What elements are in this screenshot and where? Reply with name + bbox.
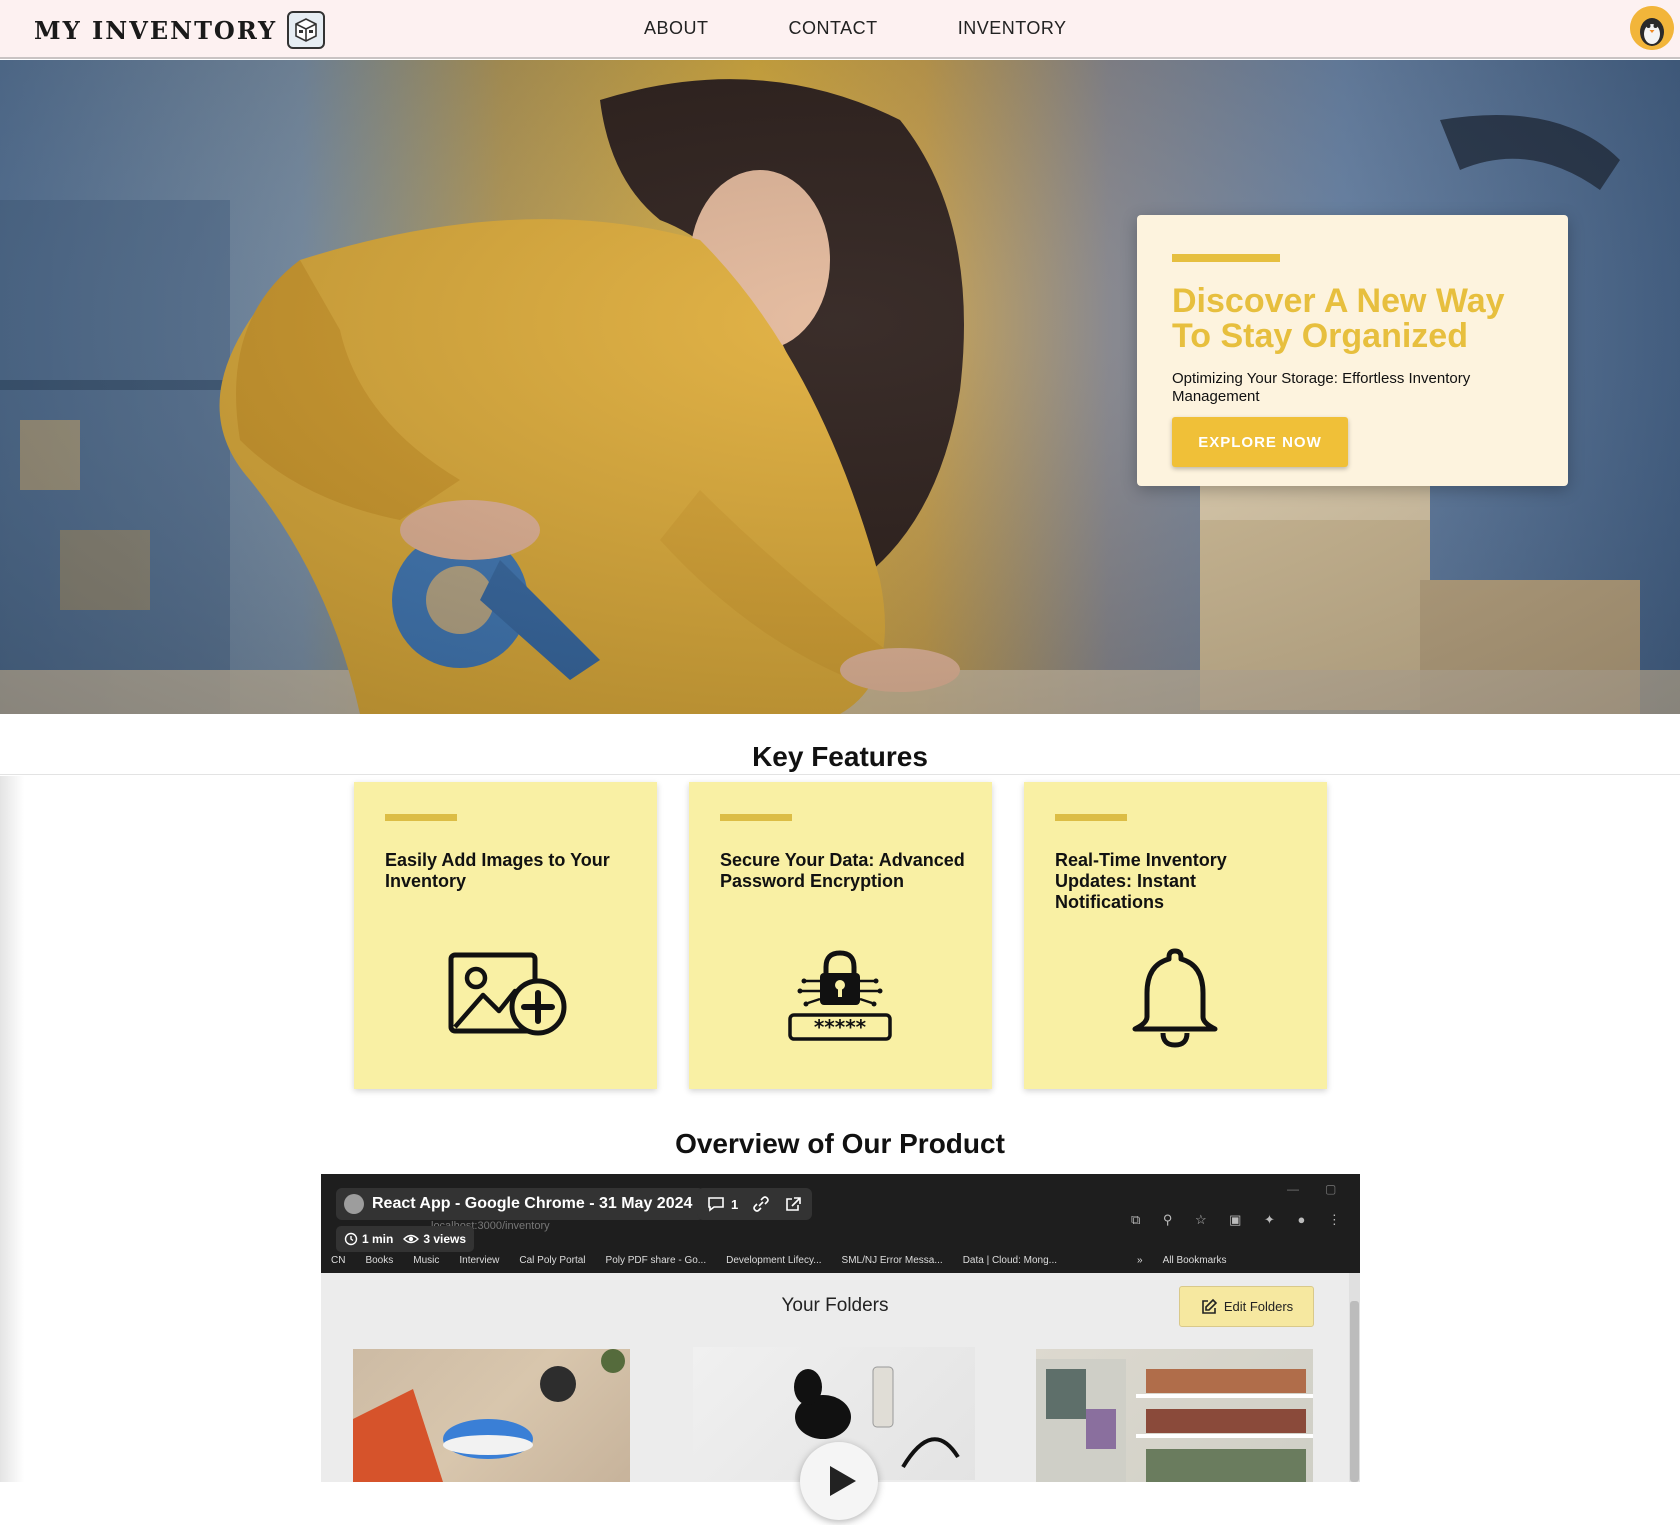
- bookmark[interactable]: Music: [413, 1255, 439, 1266]
- nav-contact[interactable]: CONTACT: [789, 18, 878, 39]
- hero-card: Discover A New Way To Stay Organized Opt…: [1137, 215, 1568, 486]
- inventory-box-icon: [287, 11, 326, 49]
- feature-text: Real-Time Inventory Updates: Instant Not…: [1055, 850, 1227, 912]
- feature-accent-bar: [720, 814, 792, 821]
- bell-icon: [1132, 948, 1218, 1048]
- svg-text:*****: *****: [814, 1015, 867, 1039]
- folder-image-sneakers[interactable]: [353, 1349, 630, 1482]
- scrollbar[interactable]: [1349, 1273, 1360, 1482]
- edit-folders-label: Edit Folders: [1223, 1299, 1294, 1314]
- hero-subtitle: Optimizing Your Storage: Effortless Inve…: [1172, 370, 1471, 405]
- bookmark[interactable]: Cal Poly Portal: [519, 1255, 585, 1266]
- feature-text: Secure Your Data: Advanced Password Encr…: [720, 850, 965, 891]
- eye-icon: [403, 1234, 420, 1244]
- all-bookmarks[interactable]: All Bookmarks: [1163, 1255, 1227, 1266]
- key-features-title: Key Features: [752, 741, 928, 772]
- brand-name: MY INVENTORY: [34, 15, 278, 45]
- avatar[interactable]: [1630, 6, 1674, 50]
- nav-inventory[interactable]: INVENTORY: [958, 18, 1067, 39]
- browser-chrome: — ▢ ✕ localhost:3000/inventory ⧉ ⚲ ☆ ▣ ✦…: [321, 1174, 1360, 1273]
- open-external-button[interactable]: [784, 1196, 802, 1212]
- add-image-icon: [448, 952, 567, 1036]
- bookmarks-overflow[interactable]: »: [1137, 1255, 1143, 1266]
- bookmark[interactable]: Interview: [459, 1255, 499, 1266]
- hero-banner: Discover A New Way To Stay Organized Opt…: [0, 60, 1680, 714]
- overview-title: Overview of Our Product: [675, 1128, 1005, 1159]
- feature-accent-bar: [385, 814, 457, 821]
- feature-accent-bar: [1055, 814, 1127, 821]
- clock-icon: [344, 1232, 358, 1246]
- translate-icon: ▣: [1229, 1212, 1242, 1227]
- folder-image-threads[interactable]: [1036, 1349, 1313, 1482]
- play-icon: [830, 1466, 856, 1496]
- profile-icon: ●: [1297, 1212, 1306, 1227]
- external-link-icon: [786, 1197, 802, 1211]
- duration-text: 1 min: [362, 1232, 394, 1246]
- hero-title: Discover A New Way To Stay Organized: [1172, 282, 1505, 355]
- threads-photo: [1036, 1359, 1313, 1482]
- feature-card-security: Secure Your Data: Advanced Password Encr…: [689, 782, 992, 1089]
- video-views: 3 views: [403, 1232, 466, 1246]
- video-actions: 1: [697, 1188, 813, 1220]
- zoom-icon: ⚲: [1162, 1212, 1173, 1227]
- brand[interactable]: MY INVENTORY: [34, 11, 326, 49]
- sneaker-photo: [353, 1349, 625, 1482]
- extension-icon: ✦: [1264, 1212, 1275, 1227]
- browser-toolbar-icons: ⧉ ⚲ ☆ ▣ ✦ ● ⋮: [1131, 1212, 1341, 1228]
- video-title: React App - Google Chrome - 31 May 2024: [372, 1195, 693, 1212]
- maximize-icon: ▢: [1325, 1182, 1337, 1196]
- minimize-icon: —: [1287, 1182, 1299, 1196]
- link-icon: [753, 1196, 770, 1212]
- bookmark[interactable]: Poly PDF share - Go...: [606, 1255, 707, 1266]
- divider: [0, 774, 1680, 775]
- edit-icon: [1202, 1298, 1217, 1314]
- navbar: MY INVENTORY ABOUT CONTACT INVENTORY: [0, 0, 1680, 59]
- user-avatar-icon: [344, 1194, 364, 1214]
- bookmark[interactable]: CN: [331, 1255, 345, 1266]
- bookmark[interactable]: Books: [365, 1255, 393, 1266]
- comment-count: 1: [731, 1196, 739, 1212]
- penguin-icon: [1630, 6, 1674, 50]
- window-controls: — ▢ ✕: [1261, 1182, 1360, 1196]
- more-icon: ⋮: [1327, 1212, 1341, 1227]
- scrollbar-thumb[interactable]: [1350, 1301, 1359, 1482]
- video-player[interactable]: — ▢ ✕ localhost:3000/inventory ⧉ ⚲ ☆ ▣ ✦…: [321, 1174, 1360, 1482]
- explore-now-button[interactable]: EXPLORE NOW: [1172, 417, 1348, 467]
- hero-accent-bar: [1172, 254, 1280, 262]
- bookmark[interactable]: SML/NJ Error Messa...: [842, 1255, 943, 1266]
- comment-icon: [708, 1197, 724, 1212]
- nav-links: ABOUT CONTACT INVENTORY: [644, 18, 1147, 39]
- comments-button[interactable]: 1: [707, 1196, 738, 1212]
- edit-folders-button[interactable]: Edit Folders: [1179, 1286, 1314, 1327]
- feature-card-images: Easily Add Images to Your Inventory: [354, 782, 657, 1089]
- feature-text: Easily Add Images to Your Inventory: [385, 850, 610, 891]
- bookmark[interactable]: Data | Cloud: Mong...: [963, 1255, 1057, 1266]
- nav-about[interactable]: ABOUT: [644, 18, 709, 39]
- bookmark[interactable]: Development Lifecy...: [726, 1255, 821, 1266]
- password-lock-icon: *****: [788, 950, 892, 1041]
- play-button[interactable]: [800, 1442, 878, 1520]
- star-icon: ☆: [1194, 1212, 1207, 1227]
- video-title-pill: React App - Google Chrome - 31 May 2024: [336, 1188, 705, 1220]
- install-icon: ⧉: [1131, 1212, 1141, 1227]
- feature-card-notifications: Real-Time Inventory Updates: Instant Not…: [1024, 782, 1327, 1089]
- bookmarks-bar: CN Books Music Interview Cal Poly Portal…: [331, 1251, 1351, 1269]
- copy-link-button[interactable]: [752, 1196, 770, 1212]
- views-text: 3 views: [423, 1232, 467, 1246]
- video-meta: 1 min 3 views: [336, 1226, 475, 1252]
- video-duration: 1 min: [344, 1232, 393, 1246]
